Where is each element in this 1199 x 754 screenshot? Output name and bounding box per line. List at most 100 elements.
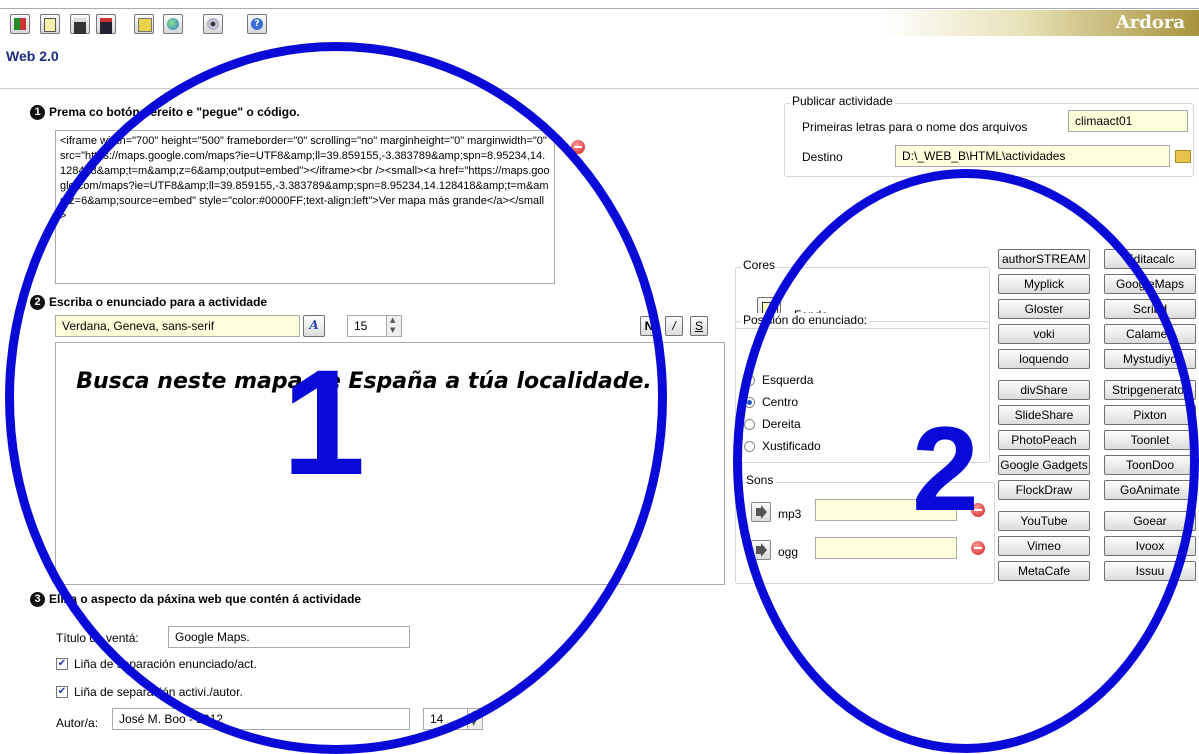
help-icon: ? <box>251 18 263 30</box>
right-service-button-6[interactable]: Stripgenerator <box>1104 380 1196 400</box>
radio-right[interactable] <box>744 419 755 430</box>
file-prefix-field[interactable]: climaact01 <box>1068 110 1188 132</box>
left-service-button-8[interactable]: PhotoPeach <box>998 430 1090 450</box>
author-label: Autor/a: <box>56 716 99 730</box>
radio-left[interactable] <box>744 375 755 386</box>
destination-field[interactable]: D:\_WEB_B\HTML\actividades <box>895 145 1170 167</box>
separator-author-checkbox[interactable]: ✔ <box>56 686 68 698</box>
left-service-button-11[interactable]: YouTube <box>998 511 1090 531</box>
publish-legend: Publicar actividade <box>790 94 895 108</box>
globe-icon <box>167 18 179 30</box>
sounds-group <box>735 482 995 584</box>
statement-editor[interactable]: Busca neste mapa de España a túa localid… <box>55 342 725 585</box>
ogg-speaker-icon[interactable] <box>751 540 771 560</box>
left-service-button-10[interactable]: FlockDraw <box>998 480 1090 500</box>
font-size-field[interactable]: 15 <box>347 315 387 337</box>
section1-title: Prema co botón dereito e "pegue" o códig… <box>49 105 300 119</box>
position-legend: Posición do enunciado: <box>741 313 870 327</box>
new-button[interactable] <box>40 14 60 34</box>
separator-statement-checkbox[interactable]: ✔ <box>56 658 68 670</box>
underline-button[interactable]: S <box>690 316 708 336</box>
dictionary-button[interactable] <box>134 14 154 34</box>
font-picker-button[interactable]: A <box>303 315 325 337</box>
statement-text: Busca neste mapa de España a túa localid… <box>76 369 652 394</box>
left-service-button-2[interactable]: Myplick <box>998 274 1090 294</box>
save-as-icon <box>74 18 86 34</box>
right-service-button-1[interactable]: Editacalc <box>1104 249 1196 269</box>
right-service-button-8[interactable]: Toonlet <box>1104 430 1196 450</box>
radio-right-label: Dereita <box>762 417 801 431</box>
radio-justify[interactable] <box>744 441 755 452</box>
radio-left-label: Esquerda <box>762 373 814 387</box>
ogg-field[interactable] <box>815 537 957 559</box>
brand-banner: Ardora <box>879 10 1199 36</box>
exit-button[interactable] <box>10 14 30 34</box>
clear-ogg-button[interactable] <box>971 541 985 555</box>
separator-author-label: Liña de separación activi./autor. <box>74 685 243 699</box>
italic-button[interactable]: / <box>665 316 683 336</box>
save-icon <box>100 18 112 34</box>
left-service-button-6[interactable]: divShare <box>998 380 1090 400</box>
right-service-button-3[interactable]: Scribd <box>1104 299 1196 319</box>
page-title: Web 2.0 <box>6 48 59 64</box>
mp3-label: mp3 <box>778 507 802 521</box>
section1-heading: 1 Prema co botón dereito e "pegue" o códi… <box>30 105 300 121</box>
right-service-button-11[interactable]: Goear <box>1104 511 1196 531</box>
left-service-button-4[interactable]: voki <box>998 324 1090 344</box>
left-service-button-3[interactable]: Gloster <box>998 299 1090 319</box>
font-size-stepper[interactable] <box>386 315 402 337</box>
separator-statement-label: Liña de separación enunciado/act. <box>74 657 257 671</box>
left-service-button-9[interactable]: Google Gadgets <box>998 455 1090 475</box>
right-service-button-7[interactable]: Pixton <box>1104 405 1196 425</box>
ogg-label: ogg <box>778 545 799 559</box>
right-service-button-9[interactable]: ToonDoo <box>1104 455 1196 475</box>
save-as-button[interactable] <box>70 14 90 34</box>
preview-icon <box>207 18 219 30</box>
window-title-label: Título da ventá: <box>56 631 139 645</box>
save-button[interactable] <box>96 14 116 34</box>
file-prefix-label: Primeiras letras para o nome dos arquivo… <box>802 120 1028 134</box>
section3-title: Elixa o aspecto da páxina web que contén… <box>49 592 362 606</box>
author-size-stepper[interactable] <box>467 708 483 730</box>
brand-logo-text: Ardora <box>1115 12 1185 33</box>
left-service-button-7[interactable]: SlideShare <box>998 405 1090 425</box>
author-field[interactable]: José M. Boo - 2012 <box>112 708 410 730</box>
preview-button[interactable] <box>203 14 223 34</box>
left-service-button-5[interactable]: loquendo <box>998 349 1090 369</box>
help-button[interactable]: ? <box>247 14 267 34</box>
section2-heading: 2 Escriba o enunciado para a actividade <box>30 295 268 311</box>
dictionary-icon <box>138 18 152 32</box>
right-service-button-13[interactable]: Issuu <box>1104 561 1196 581</box>
section3-number: 3 <box>30 592 45 608</box>
left-service-button-12[interactable]: Vimeo <box>998 536 1090 556</box>
radio-center[interactable] <box>744 397 755 408</box>
right-service-button-5[interactable]: Mystudiyo <box>1104 349 1196 369</box>
section3-heading: 3 Elixa o aspecto da páxina web que conté… <box>30 592 362 608</box>
right-service-button-12[interactable]: Ivoox <box>1104 536 1196 556</box>
right-service-button-2[interactable]: GoogleMaps <box>1104 274 1196 294</box>
right-service-button-4[interactable]: Calameo <box>1104 324 1196 344</box>
sounds-legend: Sons <box>744 473 776 487</box>
embed-code-textarea[interactable]: <iframe width="700" height="500" framebo… <box>55 130 555 284</box>
bold-button[interactable]: N <box>640 316 658 336</box>
mp3-speaker-icon[interactable] <box>751 502 771 522</box>
folder-icon[interactable] <box>1175 150 1191 163</box>
destination-label: Destino <box>802 150 843 164</box>
font-family-field[interactable]: Verdana, Geneva, sans-serif <box>55 315 300 337</box>
right-service-button-10[interactable]: GoAnimate <box>1104 480 1196 500</box>
radio-justify-label: Xustificado <box>762 439 821 453</box>
colors-legend: Cores <box>741 258 778 272</box>
author-size-field[interactable]: 14 <box>423 708 468 730</box>
section2-number: 2 <box>30 295 45 311</box>
clear-code-button[interactable] <box>571 140 585 154</box>
toolbar: ? Ardora <box>0 0 1199 44</box>
window-title-field[interactable]: Google Maps. <box>168 626 410 648</box>
mp3-field[interactable] <box>815 499 957 521</box>
section2-title: Escriba o enunciado para a actividade <box>49 295 268 309</box>
new-document-icon <box>44 18 56 32</box>
toolbar-border <box>0 8 1199 9</box>
left-service-button-13[interactable]: MetaCafe <box>998 561 1090 581</box>
clear-mp3-button[interactable] <box>971 503 985 517</box>
web-button[interactable] <box>163 14 183 34</box>
left-service-button-1[interactable]: authorSTREAM <box>998 249 1090 269</box>
